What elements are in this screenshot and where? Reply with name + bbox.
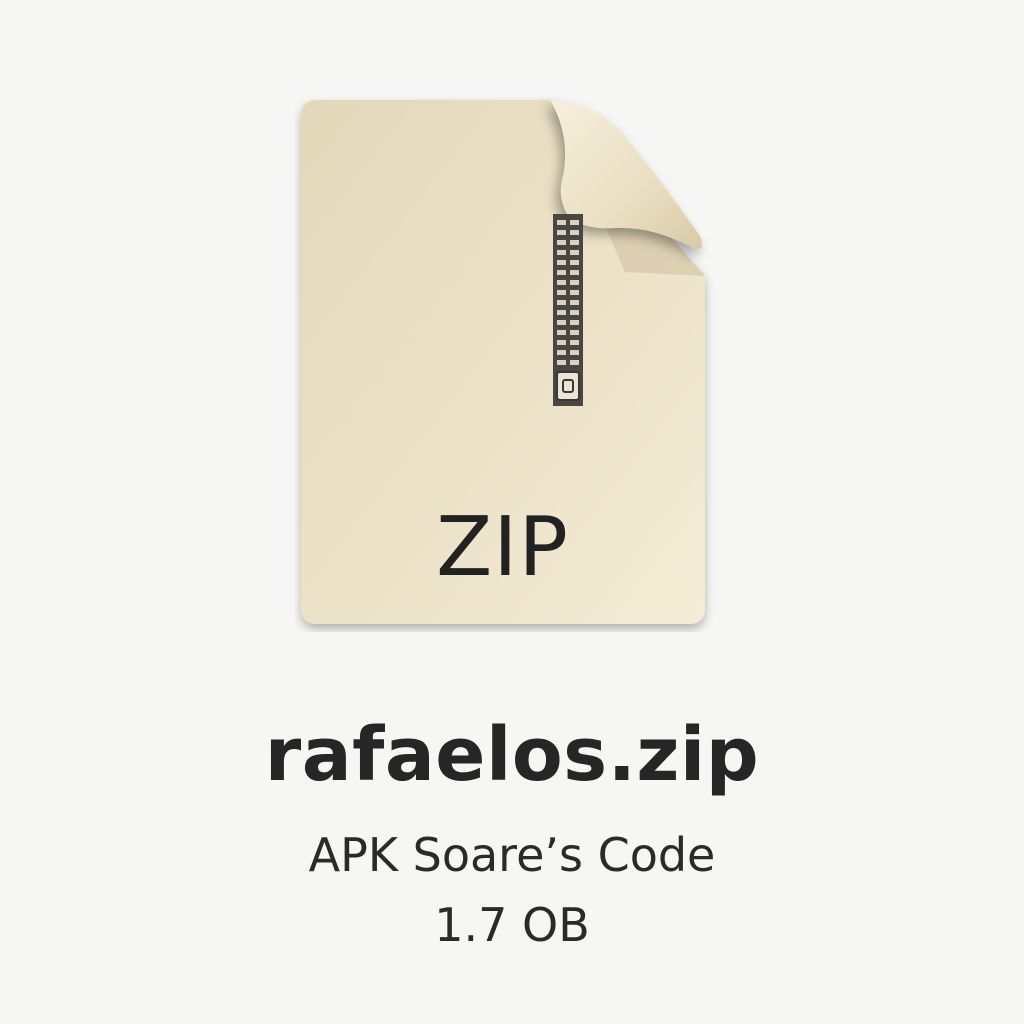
file-size: 1.7 OB bbox=[434, 898, 590, 952]
file-extension-label: ZIP bbox=[436, 500, 569, 595]
zipper-strip bbox=[553, 214, 583, 406]
file-kind: APK Soare’s Code bbox=[308, 828, 716, 882]
file-info-view: ZIP rafaelos.zip APK Soare’s Code 1.7 OB bbox=[0, 0, 1024, 1024]
file-name: rafaelos.zip bbox=[264, 712, 760, 798]
